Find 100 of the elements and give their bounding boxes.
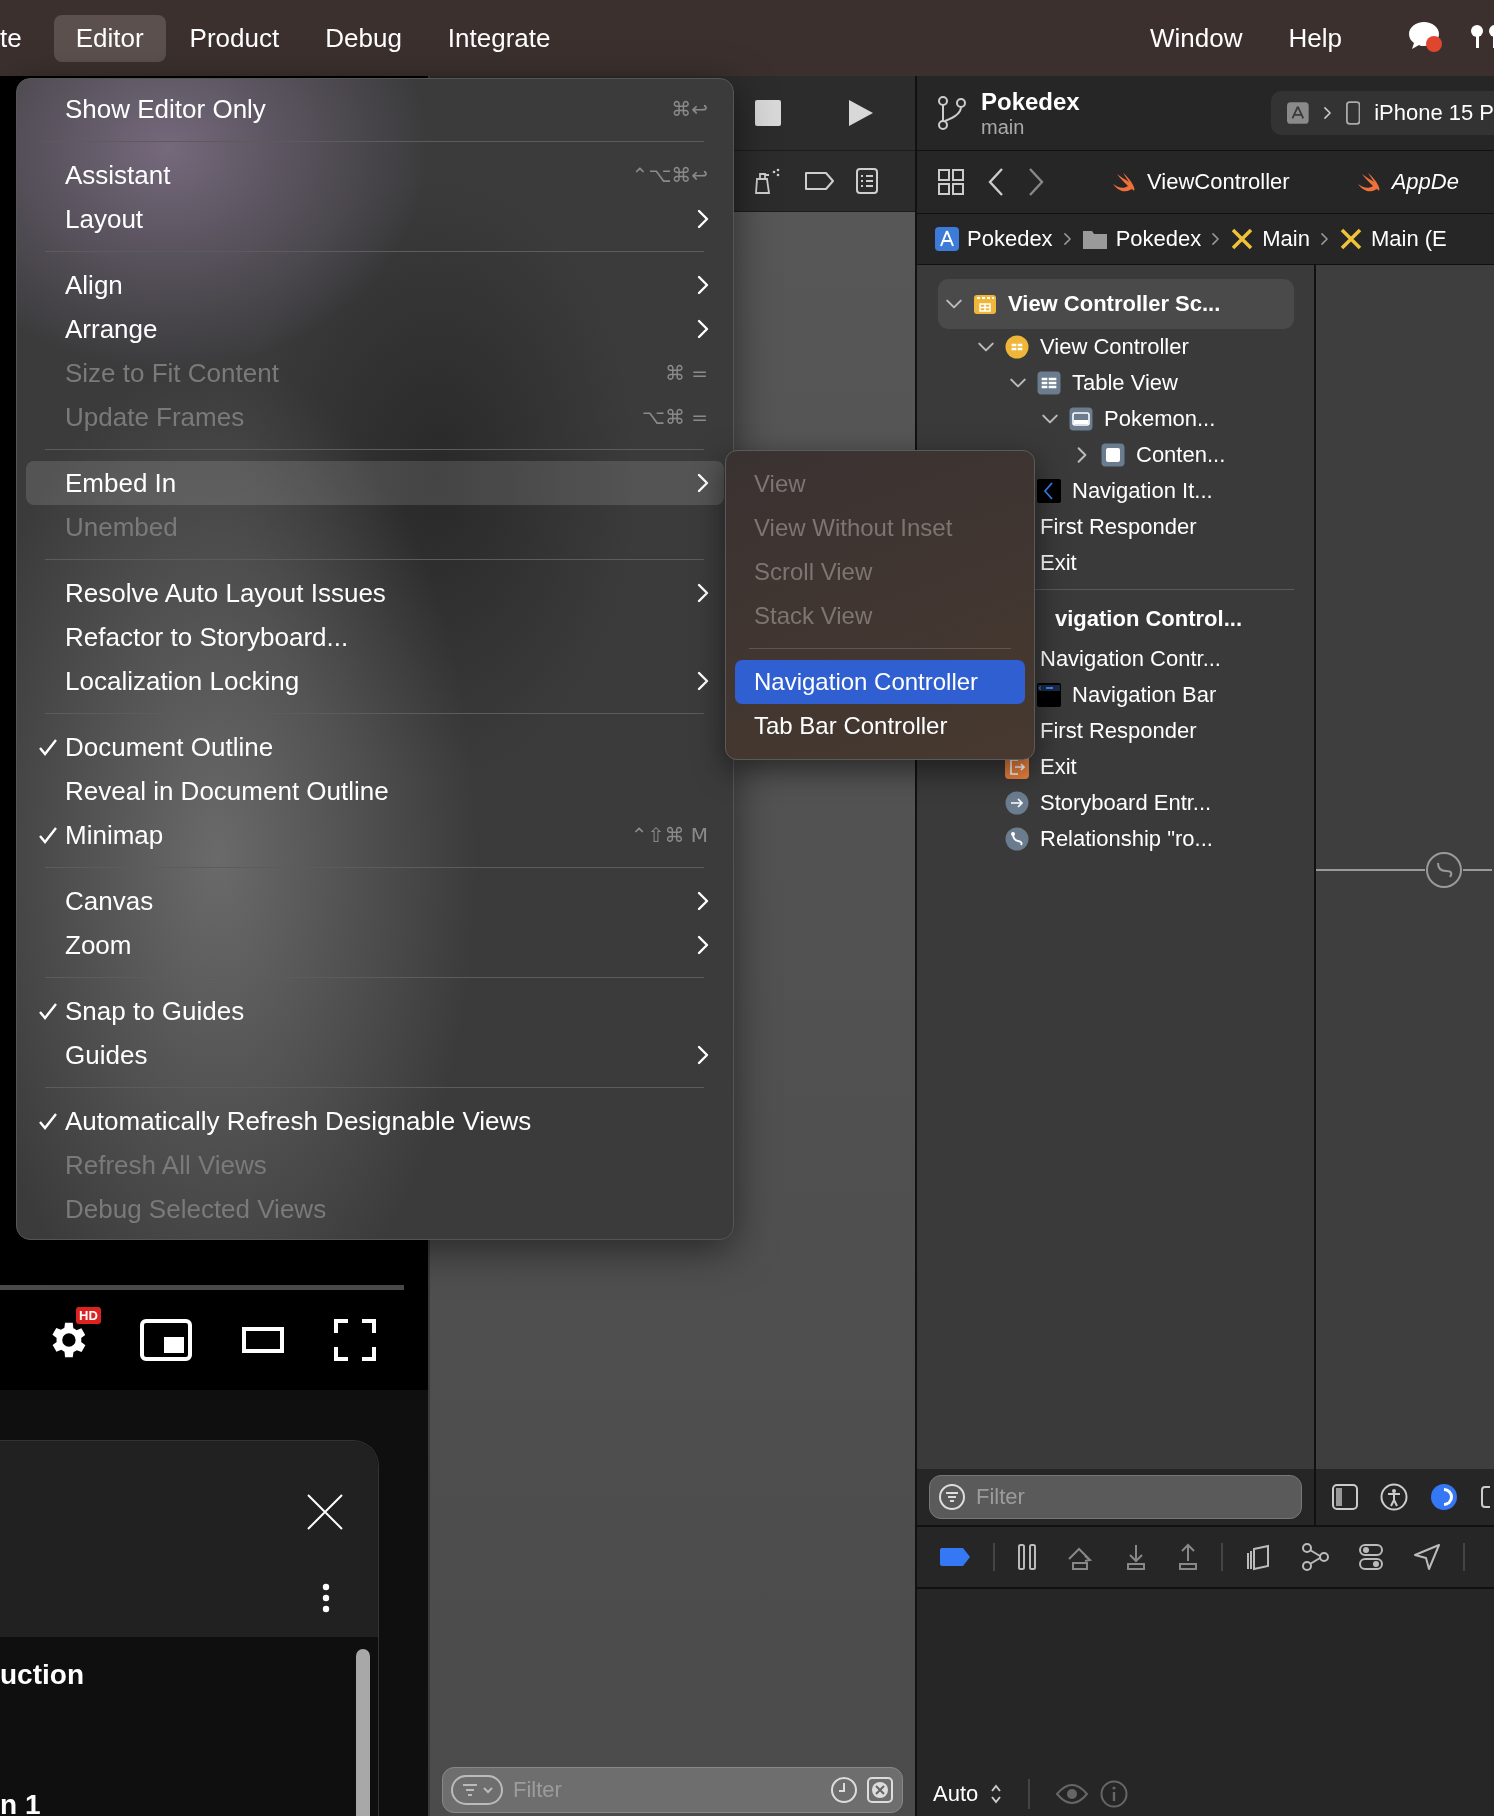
relationship-segue[interactable] — [1316, 851, 1492, 889]
menu-item[interactable]: Canvas — [26, 879, 724, 923]
layers-icon[interactable] — [1245, 1543, 1271, 1571]
menu-item[interactable]: Document Outline — [26, 725, 724, 769]
play-icon[interactable] — [847, 98, 875, 128]
clapperboard-icon — [973, 292, 997, 316]
menu-item[interactable]: Zoom — [26, 923, 724, 967]
graph-icon[interactable] — [1301, 1543, 1329, 1571]
eye-icon[interactable] — [1056, 1783, 1089, 1805]
keyboard-shortcut: ⌃⇧⌘ M — [630, 823, 708, 847]
chevron-right-icon — [696, 318, 710, 340]
menu-item[interactable]: Automatically Refresh Designable Views — [26, 1099, 724, 1143]
menu-bar-item[interactable]: Editor — [53, 14, 166, 62]
forward-icon[interactable] — [1027, 167, 1045, 197]
toggles-icon[interactable] — [1359, 1543, 1383, 1571]
miniplayer-icon[interactable] — [140, 1319, 192, 1361]
cell-icon — [1069, 407, 1093, 431]
chevron-right-icon — [696, 1044, 710, 1066]
hd-badge: HD — [76, 1307, 101, 1324]
sidebar-icon[interactable] — [1332, 1484, 1358, 1510]
navigation-bar-icon — [1037, 683, 1061, 707]
tag-icon[interactable] — [939, 1547, 971, 1567]
outline-row[interactable]: Table View — [938, 365, 1294, 401]
filter-options-icon[interactable] — [451, 1775, 503, 1805]
pause-icon[interactable] — [1017, 1543, 1037, 1571]
location-arrow-icon[interactable] — [1413, 1543, 1441, 1571]
grid-icon[interactable] — [937, 168, 965, 196]
square-icon — [1101, 443, 1125, 467]
menu-item[interactable]: Localization Locking — [26, 659, 724, 703]
menu-bar-item[interactable]: Product — [167, 14, 302, 62]
menu-bar-item[interactable]: Debug — [303, 14, 424, 62]
menu-bar-item[interactable]: Integrate — [425, 14, 573, 62]
clear-icon[interactable] — [866, 1776, 894, 1804]
appearance-selector[interactable]: Auto — [933, 1781, 979, 1807]
step-out-icon[interactable] — [1177, 1543, 1199, 1571]
scrollbar-thumb[interactable] — [356, 1649, 370, 1816]
keyboard-shortcut: ⌃⌥⌘↩ — [631, 163, 708, 187]
menu-item[interactable]: Embed In — [26, 461, 724, 505]
menu-item[interactable]: Refactor to Storyboard... — [26, 615, 724, 659]
outline-row[interactable]: Storyboard Entr... — [938, 785, 1294, 821]
outline-row[interactable]: View Controller — [938, 329, 1294, 365]
branch-name: main — [981, 115, 1026, 139]
menu-item[interactable]: Align — [26, 263, 724, 307]
menu-item[interactable]: Guides — [26, 1033, 724, 1077]
project-name: Pokedex — [981, 87, 1081, 116]
clock-icon[interactable] — [830, 1776, 858, 1804]
close-icon[interactable] — [306, 1493, 344, 1531]
accessibility-icon[interactable] — [1380, 1483, 1408, 1511]
menu-item[interactable]: Snap to Guides — [26, 989, 724, 1033]
playlist-item-text[interactable]: uction — [0, 1659, 378, 1691]
editor-tab[interactable]: AppDe — [1355, 169, 1459, 195]
storyboard-icon — [1338, 227, 1363, 251]
theater-mode-icon[interactable] — [242, 1327, 284, 1353]
stepper-icon[interactable] — [990, 1783, 1003, 1805]
outline-row[interactable]: Relationship "ro... — [938, 821, 1294, 857]
breadcrumb-item[interactable]: Main (E — [1338, 226, 1447, 252]
menu-bar-item[interactable]: Help — [1266, 14, 1364, 62]
list-icon[interactable] — [855, 167, 879, 195]
chevron-right-icon — [696, 274, 710, 296]
menu-item[interactable]: Reveal in Document Outline — [26, 769, 724, 813]
fullscreen-icon[interactable] — [334, 1319, 376, 1361]
back-icon[interactable] — [987, 167, 1005, 197]
info-icon[interactable] — [1100, 1780, 1129, 1808]
menu-item[interactable]: Navigation Controller — [735, 660, 1025, 704]
menu-item[interactable]: Layout — [26, 197, 724, 241]
more-options-icon[interactable] — [322, 1583, 330, 1613]
menu-item[interactable]: Show Editor Only ⌘↩ — [26, 87, 724, 131]
playlist-item-text[interactable]: n 1 — [0, 1789, 378, 1816]
menu-item[interactable]: Assistant ⌃⌥⌘↩ — [26, 153, 724, 197]
chevron-right-icon — [696, 670, 710, 692]
frame-icon[interactable] — [1480, 1484, 1490, 1510]
outline-row[interactable]: View Controller Sc... — [938, 279, 1294, 329]
swift-icon — [1111, 171, 1137, 193]
menu-bar-item[interactable]: te — [0, 14, 44, 62]
chevron-right-icon — [696, 934, 710, 956]
step-into-icon[interactable] — [1125, 1543, 1147, 1571]
run-destination-selector[interactable]: iPhone 15 P — [1271, 91, 1494, 135]
tag-icon[interactable] — [803, 171, 835, 191]
editor-tab[interactable]: ViewController — [1111, 169, 1290, 195]
outline-row[interactable]: Pokemon... — [938, 401, 1294, 437]
chevron-right-icon — [696, 890, 710, 912]
table-icon — [1037, 371, 1061, 395]
relationship-icon — [1005, 827, 1029, 851]
keyboard-shortcut: ⌥⌘ = — [641, 405, 708, 429]
menu-bar-item[interactable]: Window — [1128, 14, 1265, 62]
appearance-icon[interactable] — [1430, 1483, 1458, 1511]
menu-item[interactable]: Arrange — [26, 307, 724, 351]
storyboard-icon — [1230, 227, 1255, 251]
menu-item[interactable]: Tab Bar Controller — [735, 704, 1025, 748]
breadcrumb-item[interactable]: Pokedex — [935, 226, 1053, 252]
menu-item[interactable]: Resolve Auto Layout Issues — [26, 571, 724, 615]
breadcrumb-item[interactable]: Pokedex — [1081, 226, 1202, 252]
branch-icon — [937, 95, 967, 131]
filter-field[interactable]: Filter — [929, 1475, 1302, 1519]
breadcrumb-item[interactable]: Main — [1230, 226, 1310, 252]
menu-item[interactable]: Minimap ⌃⇧⌘ M — [26, 813, 724, 857]
chevron-right-icon — [696, 472, 710, 494]
project-icon — [935, 227, 959, 251]
phone-icon — [1345, 100, 1361, 126]
chevron-right-icon — [696, 582, 710, 604]
